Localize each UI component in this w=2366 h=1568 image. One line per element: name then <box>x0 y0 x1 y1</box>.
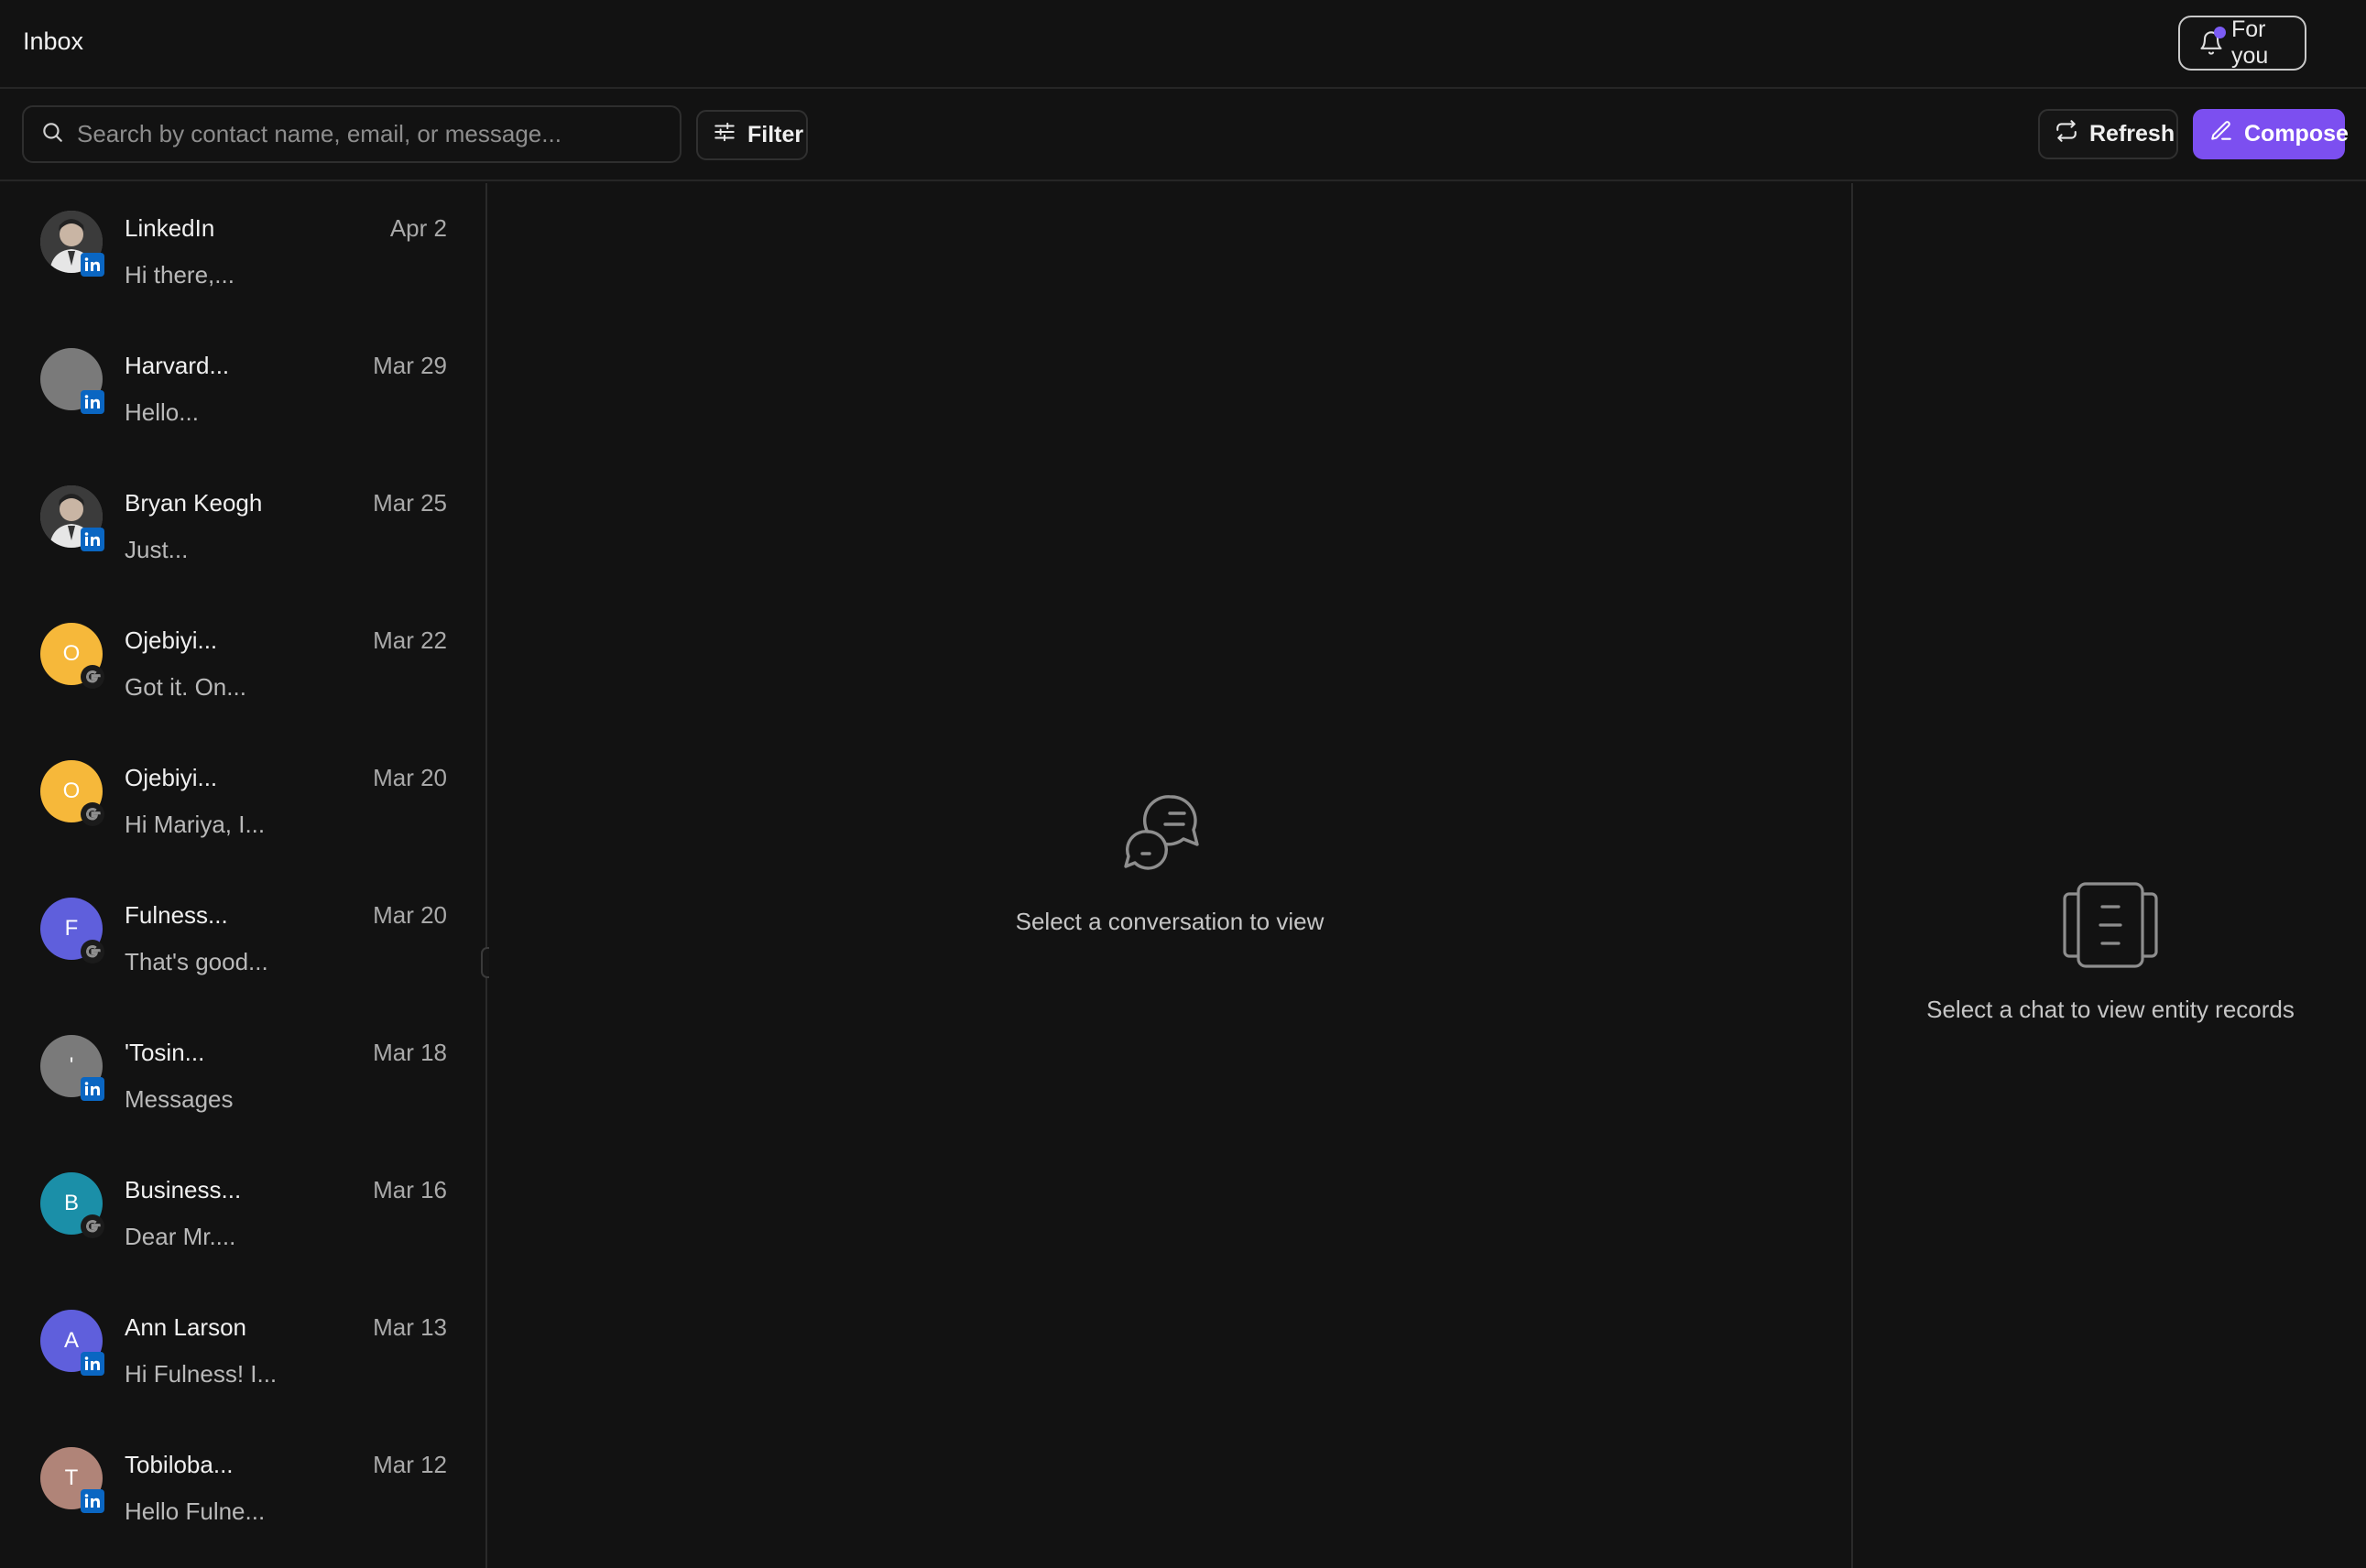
refresh-label: Refresh <box>2089 121 2175 147</box>
conversation-item[interactable]: Bryan Keogh Mar 25 Just... <box>0 458 485 595</box>
conversation-item[interactable]: B Business... Mar 16 Dear Mr.... <box>0 1145 485 1282</box>
message-date: Mar 12 <box>373 1451 447 1478</box>
contact-name: Ojebiyi... <box>125 764 218 791</box>
search-icon <box>40 120 64 148</box>
avatar-initial: A <box>63 1328 79 1353</box>
chat-bubbles-icon <box>1115 795 1225 894</box>
message-date: Mar 25 <box>373 489 447 517</box>
records-icon <box>2062 882 2159 973</box>
conversation-item[interactable]: O Ojebiyi... Mar 22 Got it. On... <box>0 595 485 733</box>
contact-name: Fulness... <box>125 901 228 929</box>
linkedin-icon <box>81 1352 104 1376</box>
page-title: Inbox <box>23 27 84 55</box>
avatar-initial: ' <box>69 1053 74 1078</box>
conversation-item[interactable]: Harvard... Mar 29 Hello... <box>0 321 485 458</box>
message-date: Mar 20 <box>373 901 447 929</box>
linkedin-icon <box>81 390 104 414</box>
avatar-initial: O <box>62 641 81 666</box>
message-preview: Hello Fulne... <box>125 1497 266 1525</box>
contact-name: Ojebiyi... <box>125 626 218 654</box>
bell-icon <box>2198 27 2226 56</box>
notification-dot <box>2214 27 2226 38</box>
filter-button[interactable]: Filter <box>696 110 808 160</box>
message-date: Mar 29 <box>373 352 447 379</box>
google-icon <box>81 1214 104 1238</box>
compose-button[interactable]: Compose <box>2193 109 2349 159</box>
linkedin-icon <box>81 1489 104 1513</box>
contact-name: Business... <box>125 1176 242 1203</box>
message-date: Mar 18 <box>373 1039 447 1066</box>
entity-empty-message: Select a chat to view entity records <box>1926 996 2295 1023</box>
message-date: Mar 22 <box>373 626 447 654</box>
top-header: Inbox For you <box>0 0 2366 89</box>
linkedin-icon <box>81 528 104 551</box>
conversation-item[interactable]: ' 'Tosin... Mar 18 Messages <box>0 1007 485 1145</box>
linkedin-icon <box>81 1077 104 1101</box>
sliders-icon <box>713 120 736 150</box>
conversation-empty-state: Select a conversation to view <box>489 789 1850 936</box>
for-you-button[interactable]: For you <box>2178 16 2306 71</box>
refresh-icon <box>2055 119 2078 149</box>
compose-label: Compose <box>2244 121 2349 147</box>
message-preview: Hello... <box>125 398 199 426</box>
contact-name: 'Tosin... <box>125 1039 205 1066</box>
google-icon <box>81 665 104 689</box>
entity-empty-state: Select a chat to view entity records <box>1853 881 2366 1024</box>
for-you-label: For you <box>2231 16 2269 69</box>
contact-name: Bryan Keogh <box>125 489 263 517</box>
conversation-pane: Select a conversation to view <box>489 183 1850 1568</box>
message-preview: Messages <box>125 1085 234 1113</box>
linkedin-icon <box>81 253 104 277</box>
google-icon <box>81 802 104 826</box>
conversation-empty-message: Select a conversation to view <box>1015 908 1325 935</box>
contact-name: LinkedIn <box>125 214 215 242</box>
avatar-initial: T <box>64 1465 79 1490</box>
toolbar: Filter Refresh Compose <box>0 90 2366 181</box>
message-preview: Hi Mariya, I... <box>125 811 266 838</box>
conversation-item[interactable]: O Ojebiyi... Mar 20 Hi Mariya, I... <box>0 733 485 870</box>
conversation-item[interactable]: LinkedIn Apr 2 Hi there,... <box>0 183 485 321</box>
avatar-initial: B <box>63 1191 79 1215</box>
entity-records-pane: Select a chat to view entity records <box>1851 183 2366 1568</box>
conversation-item[interactable]: A Ann Larson Mar 13 Hi Fulness! I... <box>0 1282 485 1420</box>
conversation-item[interactable]: F Fulness... Mar 20 That's good... <box>0 870 485 1007</box>
conversation-list: LinkedIn Apr 2 Hi there,... Harvard... Mar 2… <box>0 183 487 1568</box>
message-preview: Dear Mr.... <box>125 1223 236 1250</box>
search-box[interactable] <box>22 105 681 163</box>
message-preview: Hi there,... <box>125 261 234 289</box>
message-preview: Hi Fulness! I... <box>125 1360 278 1388</box>
pencil-icon <box>2209 119 2233 149</box>
message-preview: Just... <box>125 536 189 563</box>
contact-name: Tobiloba... <box>125 1451 234 1478</box>
message-preview: That's good... <box>125 948 268 975</box>
avatar-initial: F <box>64 916 79 941</box>
message-date: Apr 2 <box>389 214 447 242</box>
contact-name: Ann Larson <box>125 1313 246 1341</box>
message-preview: Got it. On... <box>125 673 246 701</box>
inbox-app: Inbox For you Search by contact name, em… <box>0 0 2366 1568</box>
message-date: Mar 20 <box>373 764 447 791</box>
google-icon <box>81 940 104 964</box>
message-date: Mar 16 <box>373 1176 447 1203</box>
message-date: Mar 13 <box>373 1313 447 1341</box>
filter-label: Filter <box>747 122 804 147</box>
conversation-item[interactable]: T Tobiloba... Mar 12 Hello Fulne... <box>0 1420 485 1557</box>
refresh-button[interactable]: Refresh <box>2038 109 2178 159</box>
search-input[interactable] <box>77 107 680 161</box>
avatar-initial: O <box>62 779 81 803</box>
contact-name: Harvard... <box>125 352 230 379</box>
